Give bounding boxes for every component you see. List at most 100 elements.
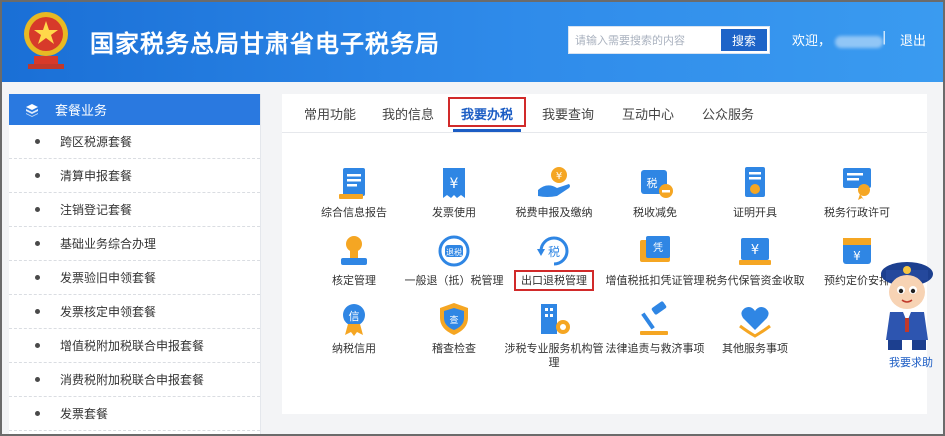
svg-text:¥: ¥ (556, 171, 562, 182)
svg-text:税: 税 (647, 176, 658, 190)
tab-public-service[interactable]: 公众服务 (702, 104, 754, 123)
header-separator: | (882, 30, 887, 45)
stamp-icon (341, 236, 367, 265)
tab-query[interactable]: 我要查询 (542, 104, 594, 123)
logout-link[interactable]: 退出 (900, 30, 926, 49)
svg-text:¥: ¥ (450, 176, 459, 192)
service-tile[interactable]: 信纳税信用 (304, 300, 404, 356)
search-box: 搜索 (568, 26, 770, 54)
sidebar-item-label: 消费税附加税联合申报套餐 (60, 373, 205, 387)
search-button[interactable]: 搜索 (721, 29, 767, 51)
active-tab-underline (453, 129, 521, 132)
service-tile[interactable]: 税务行政许可 (807, 164, 907, 220)
svg-text:税: 税 (548, 245, 560, 259)
welcome-label: 欢迎， (792, 34, 832, 49)
service-tile[interactable]: 凭增值税抵扣凭证管理 (605, 232, 705, 288)
sidebar-item-label: 发票核定申领套餐 (60, 305, 157, 319)
sidebar-item[interactable]: 发票验旧申领套餐 (9, 261, 260, 295)
service-tile-label: 综合信息报告 (321, 206, 387, 219)
service-tile[interactable]: ¥ 税费申报及缴纳 (504, 164, 604, 220)
service-tile-label: 证明开具 (733, 206, 777, 219)
sidebar-item[interactable]: 基础业务综合办理 (9, 227, 260, 261)
service-tile[interactable]: 其他服务事项 (705, 300, 805, 356)
service-tile[interactable]: 退税一般退（抵）税管理 (404, 232, 504, 288)
export-refund-icon: 税 (537, 236, 569, 266)
export-refund-highlight (514, 270, 594, 291)
service-tile-label: 税务代保管资金收取 (705, 274, 805, 287)
service-tile-label: 法律追责与救济事项 (605, 342, 705, 355)
bullet-icon (35, 207, 40, 212)
sidebar-item-label: 跨区税源套餐 (60, 135, 133, 149)
bullet-icon (35, 377, 40, 382)
service-tile[interactable]: 核定管理 (304, 232, 404, 288)
service-tile-label: 税务行政许可 (824, 206, 890, 219)
service-tile-label: 一般退（抵）税管理 (404, 274, 504, 287)
svg-text:查: 查 (449, 314, 458, 326)
sidebar-item[interactable]: 清算申报套餐 (9, 159, 260, 193)
service-tile-label: 纳税信用 (332, 342, 376, 355)
bullet-icon (35, 241, 40, 246)
blurred-username (835, 35, 884, 48)
license-icon (843, 168, 871, 200)
sidebar-header[interactable]: 套餐业务 (9, 94, 260, 125)
sidebar-item-label: 发票套餐 (60, 407, 109, 421)
sidebar-item[interactable]: 增值税附加税联合申报套餐 (9, 329, 260, 363)
service-tile[interactable]: 综合信息报告 (304, 164, 404, 220)
tab-bar: 常用功能 我的信息 我要办税 我要查询 互动中心 公众服务 (282, 94, 927, 133)
tab-interaction[interactable]: 互动中心 (622, 104, 674, 123)
sidebar-item[interactable]: 注销登记套餐 (9, 193, 260, 227)
tax-payment-icon: ¥ (538, 167, 570, 197)
sidebar-item-label: 增值税附加税联合申报套餐 (60, 339, 205, 353)
service-tile[interactable]: ¥ 发票使用 (404, 164, 504, 220)
refund-icon: 退税 (438, 235, 470, 267)
pricing-calendar-icon: ¥ (843, 238, 871, 264)
sidebar-item[interactable]: 发票核定申领套餐 (9, 295, 260, 329)
tax-officer-mascot-icon[interactable] (874, 248, 940, 354)
tab-common-functions[interactable]: 常用功能 (304, 104, 356, 123)
tax-reduction-icon: 税 (641, 170, 673, 198)
sidebar-item[interactable]: 发票套餐 (9, 397, 260, 431)
service-tile[interactable]: 涉税专业服务机构管理 (504, 300, 604, 370)
bullet-icon (35, 309, 40, 314)
sidebar-item-label: 注销登记套餐 (60, 203, 133, 217)
bullet-icon (35, 173, 40, 178)
svg-text:¥: ¥ (853, 249, 861, 263)
service-tile-label: 涉税专业服务机构管理 (504, 342, 604, 369)
sidebar-item-label: 基础业务综合办理 (60, 237, 157, 251)
tab-my-info[interactable]: 我的信息 (382, 104, 434, 123)
service-tile-label: 税收减免 (633, 206, 677, 219)
sidebar-header-label: 套餐业务 (55, 104, 108, 119)
sidebar: 套餐业务 跨区税源套餐 清算申报套餐 注销登记套餐基础业务综合办理发票验旧申领套餐发… (9, 94, 261, 434)
bullet-icon (35, 343, 40, 348)
svg-text:凭: 凭 (653, 241, 663, 254)
search-input[interactable] (569, 27, 721, 53)
agency-building-icon (541, 304, 570, 334)
app-window: 国家税务总局甘肃省电子税务局 搜索 欢迎， | 退出 套餐业务 跨区税源套餐清算… (0, 0, 945, 436)
service-tile[interactable]: 查稽查检查 (404, 300, 504, 356)
site-title: 国家税务总局甘肃省电子税务局 (90, 30, 440, 58)
gavel-icon (640, 301, 668, 335)
inspection-shield-icon: 查 (440, 303, 468, 335)
sidebar-item[interactable]: 跨区税源套餐 (9, 125, 260, 159)
service-tile[interactable]: ¥ 税务代保管资金收取 (705, 232, 805, 288)
svg-text:信: 信 (349, 310, 360, 323)
bullet-icon (35, 139, 40, 144)
certificate-icon (745, 167, 765, 197)
report-icon (339, 168, 365, 199)
svg-text:¥: ¥ (751, 243, 759, 258)
welcome-text: 欢迎， (792, 30, 884, 49)
service-tile[interactable]: 法律追责与救济事项 (605, 300, 705, 356)
sidebar-item[interactable]: 消费税附加税联合申报套餐 (9, 363, 260, 397)
service-tile[interactable]: 证明开具 (705, 164, 805, 220)
voucher-icon: 凭 (640, 236, 670, 262)
service-tile[interactable]: 税税收减免 (605, 164, 705, 220)
top-header: 国家税务总局甘肃省电子税务局 搜索 欢迎， | 退出 (2, 2, 943, 82)
sidebar-item-label: 清算申报套餐 (60, 169, 133, 183)
help-link[interactable]: 我要求助 (889, 354, 933, 370)
service-tile-label: 其他服务事项 (722, 342, 788, 355)
fund-custody-icon: ¥ (739, 238, 771, 265)
bullet-icon (35, 275, 40, 280)
sidebar-list: 跨区税源套餐 清算申报套餐 注销登记套餐基础业务综合办理发票验旧申领套餐发票核定申领… (9, 125, 260, 431)
layers-icon (26, 103, 38, 117)
heart-hand-icon (739, 307, 771, 338)
